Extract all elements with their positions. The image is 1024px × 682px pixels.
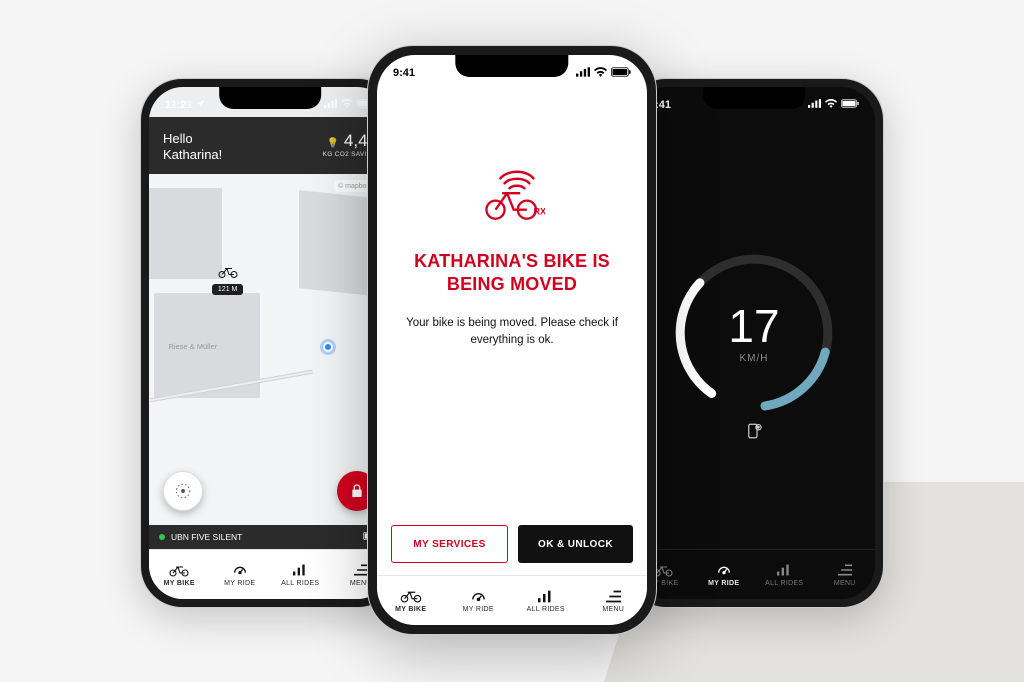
bars-icon: [777, 562, 791, 578]
user-location-dot: [323, 342, 333, 352]
alert-title: KATHARINA'S BIKE IS BEING MOVED: [414, 250, 610, 295]
wifi-icon: [341, 99, 353, 111]
tab-all-rides[interactable]: ALL RIDES: [512, 576, 580, 625]
tab-bar: MY BIKE MY RIDE ALL RIDES MENU: [377, 575, 647, 625]
wifi-icon: [825, 99, 837, 111]
tab-my-ride[interactable]: MY RIDE: [694, 550, 755, 599]
bike-icon: [400, 588, 422, 604]
gauge-icon: [470, 588, 487, 604]
map-poi-label: Riese & Müller: [168, 342, 217, 351]
bike-location-pin[interactable]: 121 M: [212, 265, 243, 295]
menu-icon: [354, 562, 368, 578]
tab-my-bike[interactable]: MY BIKE: [377, 576, 445, 625]
status-time: 9:41: [393, 67, 415, 79]
alert-message: Your bike is being moved. Please check i…: [399, 315, 625, 348]
menu-icon: [606, 588, 621, 604]
tab-all-rides[interactable]: ALL RIDES: [270, 550, 331, 599]
phone-right-speedometer: 9:41 17 KM/H: [624, 78, 884, 608]
map-view[interactable]: © mapbox ⓘ Riese & Müller 121 M: [149, 174, 391, 526]
alert-actions: MY SERVICES OK & UNLOCK: [377, 525, 647, 575]
bars-icon: [293, 562, 307, 578]
my-services-button[interactable]: MY SERVICES: [391, 525, 508, 563]
location-marker-icon[interactable]: [633, 422, 875, 445]
bike-distance-badge: 121 M: [212, 284, 243, 295]
phone-stage: 11:21 Hello Katharina!: [0, 0, 1024, 682]
tab-menu[interactable]: MENU: [580, 576, 648, 625]
battery-icon: [841, 99, 859, 111]
rx-label: RX: [533, 207, 545, 217]
tab-my-bike[interactable]: MY BIKE: [149, 550, 210, 599]
bike-icon: [169, 562, 189, 578]
wifi-icon: [594, 67, 607, 80]
signal-icon: [808, 99, 821, 111]
gauge-icon: [716, 562, 732, 578]
tab-bar: MY BIKE MY RIDE ALL RIDES MENU: [633, 549, 875, 599]
greeting-header: Hello Katharina! 💡 4,43 KG CO2 SAVING: [149, 117, 391, 174]
bars-icon: [538, 588, 553, 604]
bulb-icon: 💡: [327, 138, 339, 149]
greeting-line2: Katharina!: [163, 147, 222, 163]
speed-value: 17: [728, 303, 779, 349]
phone-center-alert: 9:41: [367, 45, 657, 635]
gauge-icon: [232, 562, 248, 578]
location-arrow-icon: [196, 99, 205, 111]
tab-menu[interactable]: MENU: [815, 550, 876, 599]
signal-icon: [576, 67, 590, 80]
tab-all-rides[interactable]: ALL RIDES: [754, 550, 815, 599]
ok-unlock-button[interactable]: OK & UNLOCK: [518, 525, 633, 563]
speed-unit: KM/H: [740, 353, 769, 364]
status-time: 11:21: [165, 99, 193, 111]
tab-my-ride[interactable]: MY RIDE: [445, 576, 513, 625]
compass-button[interactable]: [163, 471, 203, 511]
alert-content: RX KATHARINA'S BIKE IS BEING MOVED Your …: [377, 89, 647, 525]
map-building: [149, 188, 222, 279]
notch: [219, 87, 321, 109]
speedometer: 17 KM/H: [633, 117, 875, 549]
battery-icon: [611, 67, 631, 80]
bike-name: UBN FIVE SILENT: [171, 532, 242, 542]
menu-icon: [838, 562, 852, 578]
phone-left-my-bike: 11:21 Hello Katharina!: [140, 78, 400, 608]
status-dot-icon: [159, 534, 165, 540]
bike-icon: [212, 265, 243, 282]
tab-my-ride[interactable]: MY RIDE: [210, 550, 271, 599]
notch: [455, 55, 568, 77]
bike-signal-rx-icon: RX: [479, 165, 545, 228]
tab-bar: MY BIKE MY RIDE ALL RIDES MENU: [149, 549, 391, 599]
signal-icon: [324, 99, 337, 111]
bike-status-bar[interactable]: UBN FIVE SILENT: [149, 525, 391, 549]
greeting-line1: Hello: [163, 131, 222, 147]
notch: [703, 87, 805, 109]
